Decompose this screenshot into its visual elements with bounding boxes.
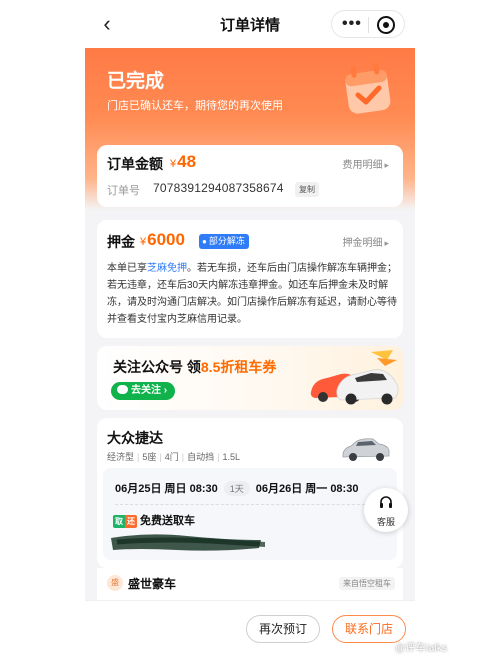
divider [115,504,385,505]
deposit-text-prefix: 本单已享 [107,263,147,274]
return-date: 06月26日 周一 08:30 [255,483,359,495]
return-tag: 还 [125,515,137,528]
car-info-card: 大众捷达 经济型 | 5座 | 4门 | 自动挡 | 1.5L 06月25日 周日 08:30 1… [97,418,403,568]
status-title: 已完成 [107,71,165,92]
capsule-divider [368,17,369,33]
zhima-free-deposit-link[interactable]: 芝麻免押 [147,263,187,274]
car-image [342,438,390,461]
order-amount: ¥48 [170,152,196,172]
deposit-label: 押金 [107,234,135,250]
delivery-row: 取还免费送取车 [113,512,195,528]
deposit-amount-value: 6000 [147,230,185,249]
cars-illustration [310,350,399,405]
follow-button[interactable]: 去关注 › [111,382,176,400]
spec-item: 经济型 [107,452,135,462]
status-subtitle: 门店已确认还车，期待您的再次使用 [107,100,283,112]
deposit-card: 押金 ¥6000 ● 部分解冻 押金明细 ▸ 本单已享芝麻免押。若无车损，还车后由门… [97,220,403,338]
copy-button[interactable]: 复制 [295,182,319,197]
spec-divider: | [181,452,185,462]
order-amount-card: 订单金额 ¥48 费用明细 ▸ 订单号 7078391294087358674 复… [97,145,403,207]
promo-title-prefix: 关注公众号 领 [113,359,201,375]
badge-label: 部分解冻 [208,236,245,246]
spec-item: 1.5L [222,452,240,462]
car-name: 大众捷达 [107,430,163,446]
bottom-action-bar: 再次预订 联系门店 [85,600,415,667]
target-icon[interactable] [377,16,395,34]
spec-divider: | [159,452,162,462]
deposit-detail-label: 押金明细 [342,238,383,249]
fee-detail-link[interactable]: 费用明细 ▸ [342,156,389,171]
spec-item: 4门 [164,452,179,462]
nav-bar: ‹ 订单详情 ••• [85,0,415,48]
droplet-icon: ● [202,237,207,246]
chevron-right-icon: ▸ [384,160,389,170]
reorder-button[interactable]: 再次预订 [246,615,320,643]
delivery-label: 免费送取车 [140,515,195,527]
app-screen: 已完成 门店已确认还车，期待您的再次使用 ‹ 订单详情 ••• 订单金额 ¥48… [85,0,415,667]
pickup-tag: 取 [113,515,125,528]
spec-divider: | [217,452,220,462]
more-icon[interactable]: ••• [342,15,362,33]
rental-period: 06月25日 周日 08:30 1天 06月26日 周一 08:30 取还免费送取车 [103,468,397,560]
spec-divider: | [137,452,140,462]
car-specs: 经济型 | 5座 | 4门 | 自动挡 | 1.5L [107,450,240,463]
chevron-right-icon: ▸ [384,238,389,248]
promo-title: 关注公众号 领8.5折租车券 [113,357,276,377]
order-no-label: 订单号 [107,185,140,197]
pickup-date: 06月25日 周日 08:30 [115,483,218,495]
customer-service-label: 客服 [376,517,395,527]
wechat-icon [117,385,128,394]
spec-item: 自动挡 [187,452,215,462]
status-badge: ● 部分解冻 [199,234,249,249]
follow-label: 去关注 › [131,385,168,396]
promo-title-accent: 8.5折租车券 [200,359,277,375]
order-amount-label: 订单金额 [107,156,163,172]
customer-service-button[interactable]: 客服 [364,488,408,532]
page: 已完成 门店已确认还车，期待您的再次使用 ‹ 订单详情 ••• 订单金额 ¥48… [0,0,500,667]
rental-dates: 06月25日 周日 08:30 1天 06月26日 周一 08:30 [115,480,358,496]
deposit-detail-link[interactable]: 押金明细 ▸ [342,234,389,249]
spec-item: 5座 [142,452,157,462]
currency-symbol: ¥ [170,158,177,170]
deposit-description: 本单已享芝麻免押。若无车损，还车后由门店操作解冻车辆押金；若无违章，还车后30天… [107,260,397,328]
order-number: 7078391294087358674 [153,181,284,195]
order-amount-value: 48 [177,152,197,171]
watermark: @评车talks [395,643,448,654]
duration-badge: 1天 [223,481,250,496]
calendar-check-icon [345,62,391,114]
mini-program-capsule: ••• [331,10,405,38]
dealer-name: 盛世豪车 [128,577,177,591]
headset-icon [380,496,392,508]
promo-banner[interactable]: 关注公众号 领8.5折租车券 去关注 › [97,346,403,410]
fee-detail-label: 费用明细 [342,160,383,171]
currency-symbol: ¥ [140,236,147,248]
dealer-row[interactable]: 盛 盛世豪车 来自悟空租车 [97,568,403,600]
deposit-amount: ¥6000 [140,230,185,250]
dealer-logo: 盛 [107,575,123,591]
dealer-source: 来自悟空租车 [339,577,395,590]
redaction-scribble [111,534,265,551]
